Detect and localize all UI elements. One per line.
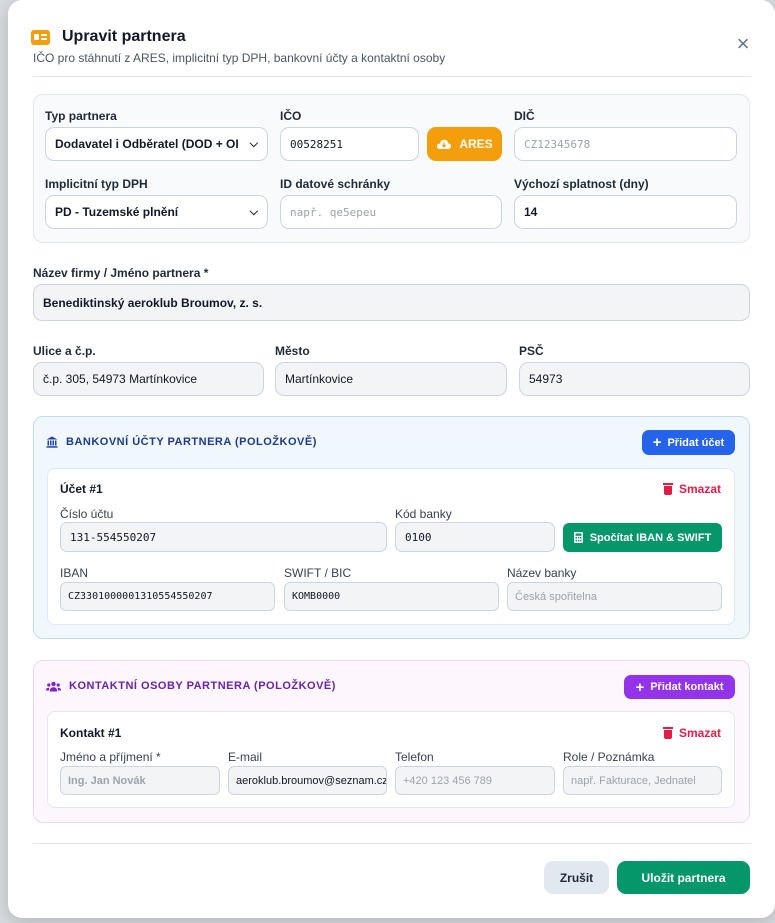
phone-input[interactable]: +420 123 456 789: [395, 766, 555, 795]
add-contact-label: Přidat kontakt: [650, 681, 724, 693]
account-number-value: 131-554550207: [70, 530, 157, 544]
vat-type-value: PD - Tuzemské plnění: [55, 205, 179, 219]
plus-icon: +: [635, 678, 645, 696]
bank-code-input[interactable]: 0100: [395, 522, 555, 552]
trash-icon: [663, 727, 673, 739]
add-account-label: Přidat účet: [667, 436, 725, 449]
role-placeholder: např. Fakturace, Jednatel: [571, 774, 696, 787]
swift-value: KOMB0000: [292, 591, 341, 602]
dialog-subtitle: IČO pro stáhnutí z ARES, implicitní typ …: [33, 51, 446, 65]
footer-divider: [33, 843, 751, 844]
vat-type-label: Implicitní typ DPH: [45, 177, 148, 191]
city-input[interactable]: Martínkovice: [275, 362, 507, 396]
partner-type-value: Dodavatel i Odběratel (DOD + OI: [55, 137, 239, 151]
ares-button[interactable]: ARES: [427, 127, 502, 161]
city-value: Martínkovice: [285, 372, 354, 386]
street-label: Ulice a č.p.: [33, 344, 96, 358]
contact-name-input[interactable]: Ing. Jan Novák: [60, 766, 220, 795]
vat-type-select[interactable]: PD - Tuzemské plnění ⌵: [45, 195, 268, 229]
save-partner-button[interactable]: Uložit partnera: [617, 861, 750, 894]
compute-iban-button[interactable]: Spočítat IBAN & SWIFT: [563, 523, 722, 552]
contact-name-placeholder: Ing. Jan Novák: [68, 774, 146, 787]
bank-section-title: BANKOVNÍ ÚČTY PARTNERA (POLOŽKOVĚ): [46, 436, 317, 448]
contacts-section-label: KONTAKTNÍ OSOBY PARTNERA (POLOŽKOVĚ): [69, 680, 336, 692]
ico-label: IČO: [280, 109, 302, 123]
role-label: Role / Poznámka: [563, 750, 655, 764]
account-title: Účet #1: [60, 482, 103, 496]
bank-code-label: Kód banky: [395, 507, 452, 521]
chevron-down-icon: ⌵: [249, 205, 258, 218]
databox-label: ID datové schránky: [280, 177, 391, 191]
bank-name-label: Název banky: [507, 566, 577, 580]
due-days-label: Výchozí splatnost (dny): [514, 177, 649, 191]
bank-section-label: BANKOVNÍ ÚČTY PARTNERA (POLOŽKOVĚ): [66, 436, 317, 448]
dic-label: DIČ: [514, 109, 535, 123]
iban-value: CZ3301000001310554550207: [68, 591, 213, 602]
dic-placeholder: CZ12345678: [524, 137, 591, 151]
bank-code-value: 0100: [405, 530, 432, 544]
chevron-down-icon: ⌵: [249, 137, 258, 150]
company-name-input[interactable]: Benediktinský aeroklub Broumov, z. s.: [33, 284, 750, 321]
bank-name-input[interactable]: Česká spořitelna: [507, 582, 722, 611]
ares-button-label: ARES: [459, 137, 493, 151]
iban-label: IBAN: [60, 566, 89, 580]
zip-input[interactable]: 54973: [519, 362, 750, 396]
swift-input[interactable]: KOMB0000: [284, 582, 499, 611]
email-value: aeroklub.broumov@seznam.cz: [236, 774, 387, 787]
cancel-button-label: Zrušit: [559, 870, 594, 885]
dic-input[interactable]: CZ12345678: [514, 127, 737, 161]
street-input[interactable]: č.p. 305, 54973 Martínkovice: [33, 362, 264, 396]
save-partner-label: Uložit partnera: [641, 870, 726, 885]
iban-input[interactable]: CZ3301000001310554550207: [60, 582, 275, 611]
delete-account-button[interactable]: Smazat: [663, 482, 721, 496]
users-icon: [46, 681, 61, 691]
role-input[interactable]: např. Fakturace, Jednatel: [563, 766, 722, 795]
delete-contact-button[interactable]: Smazat: [663, 726, 721, 740]
due-days-value: 14: [524, 205, 538, 219]
databox-input[interactable]: např. qe5epeu: [280, 195, 502, 229]
cancel-button[interactable]: Zrušit: [544, 861, 609, 894]
id-card-icon: [31, 30, 50, 45]
due-days-input[interactable]: 14: [514, 195, 737, 229]
cloud-download-icon: [437, 139, 452, 149]
ico-input[interactable]: 00528251: [280, 127, 419, 161]
ico-value: 00528251: [290, 137, 343, 151]
add-account-button[interactable]: + Přidat účet: [642, 430, 735, 455]
trash-icon: [663, 483, 673, 495]
compute-iban-label: Spočítat IBAN & SWIFT: [589, 531, 712, 544]
email-input[interactable]: aeroklub.broumov@seznam.cz: [228, 766, 387, 795]
company-name-value: Benediktinský aeroklub Broumov, z. s.: [43, 295, 263, 310]
dialog-title: Upravit partnera: [62, 28, 186, 45]
partner-type-select[interactable]: Dodavatel i Odběratel (DOD + OI ⌵: [45, 127, 268, 161]
swift-label: SWIFT / BIC: [284, 566, 352, 580]
phone-placeholder: +420 123 456 789: [403, 774, 493, 787]
bank-name-placeholder: Česká spořitelna: [515, 590, 597, 603]
partner-type-label: Typ partnera: [45, 109, 117, 123]
email-label: E-mail: [228, 750, 263, 764]
city-label: Město: [275, 344, 310, 358]
close-icon[interactable]: ×: [733, 33, 753, 55]
company-name-label: Název firmy / Jméno partnera *: [33, 266, 209, 280]
zip-value: 54973: [529, 372, 563, 386]
bank-icon: [46, 436, 58, 448]
edit-partner-dialog: Upravit partnera IČO pro stáhnutí z ARES…: [8, 0, 775, 918]
delete-contact-label: Smazat: [679, 726, 722, 740]
account-number-input[interactable]: 131-554550207: [60, 522, 387, 552]
contact-title: Kontakt #1: [60, 726, 122, 740]
contacts-section-title: KONTAKTNÍ OSOBY PARTNERA (POLOŽKOVĚ): [46, 680, 336, 692]
delete-account-label: Smazat: [679, 482, 722, 496]
phone-label: Telefon: [395, 750, 434, 764]
zip-label: PSČ: [519, 344, 544, 358]
contact-name-label: Jméno a příjmení *: [60, 750, 161, 764]
account-number-label: Číslo účtu: [60, 507, 114, 521]
add-contact-button[interactable]: + Přidat kontakt: [624, 675, 735, 699]
calculator-icon: [573, 532, 583, 543]
header-divider: [33, 76, 751, 77]
plus-icon: +: [652, 434, 662, 451]
street-value: č.p. 305, 54973 Martínkovice: [43, 372, 198, 386]
databox-placeholder: např. qe5epeu: [290, 205, 377, 219]
